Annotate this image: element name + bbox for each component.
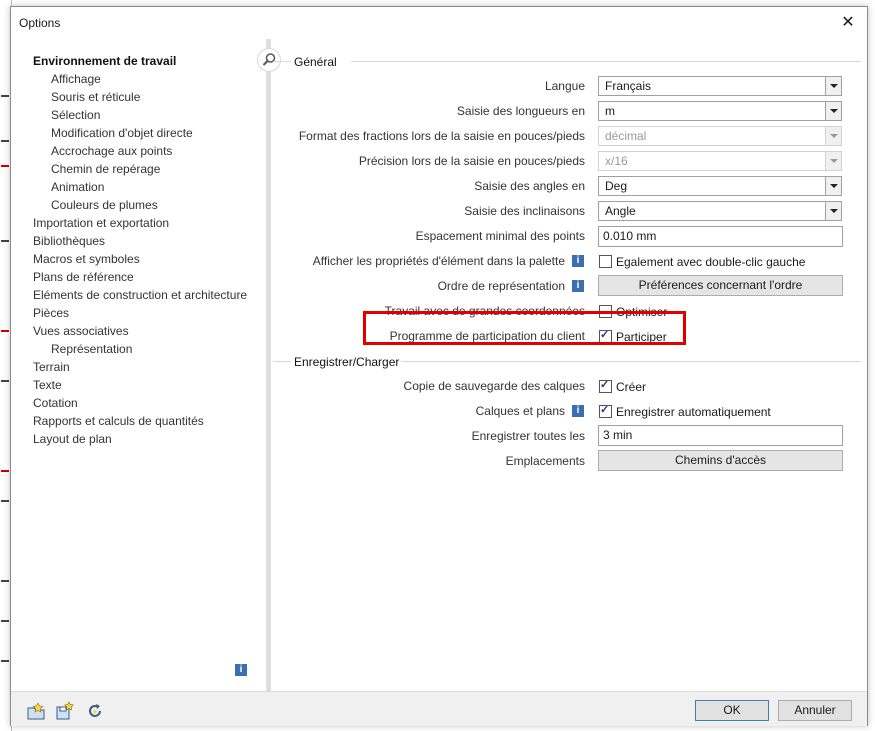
inclinaisons-dropdown[interactable]: Angle xyxy=(598,201,842,221)
options-dialog: Options ✕ Environnement de travail Affic… xyxy=(10,6,868,726)
toutes-les-label: Enregistrer toutes les xyxy=(471,429,585,443)
window-title: Options xyxy=(19,16,61,30)
reset-icon[interactable] xyxy=(85,701,105,721)
nav-item-elements[interactable]: Eléments de construction et architecture xyxy=(33,286,247,304)
section-divider xyxy=(401,361,861,362)
longueurs-value: m xyxy=(605,104,615,118)
dialog-footer: OK Annuler xyxy=(11,691,867,726)
nav-item-vues[interactable]: Vues associatives xyxy=(33,322,129,340)
favorites-save-icon[interactable] xyxy=(55,701,75,721)
chevron-down-icon[interactable] xyxy=(825,177,841,195)
calques-checkbox-label: Enregistrer automatiquement xyxy=(616,405,771,419)
magnifier-icon[interactable] xyxy=(257,48,281,72)
section-save-title: Enregistrer/Charger xyxy=(294,355,400,369)
nav-item-couleurs[interactable]: Couleurs de plumes xyxy=(51,196,158,214)
copie-checkbox[interactable] xyxy=(599,378,612,393)
proprietes-checkbox[interactable] xyxy=(599,255,612,268)
langue-label: Langue xyxy=(544,79,585,93)
copie-label: Copie de sauvegarde des calques xyxy=(403,379,585,393)
section-divider xyxy=(273,61,291,62)
ordre-preferences-button[interactable]: Préférences concernant l'ordre xyxy=(598,275,843,296)
angles-label: Saisie des angles en xyxy=(474,179,585,193)
nav-item-plans-reference[interactable]: Plans de référence xyxy=(33,268,134,286)
nav-item-chemin[interactable]: Chemin de repérage xyxy=(51,160,160,178)
nav-item-modification[interactable]: Modification d'objet directe xyxy=(51,124,193,142)
precision-label: Précision lors de la saisie en pouces/pi… xyxy=(358,154,585,168)
title-bar: Options ✕ xyxy=(11,7,867,39)
inclinaisons-value: Angle xyxy=(605,204,636,218)
calques-label: Calques et plans xyxy=(475,404,565,418)
section-general-title: Général xyxy=(294,55,337,69)
nav-item-souris[interactable]: Souris et réticule xyxy=(51,88,140,106)
angles-dropdown[interactable]: Deg xyxy=(598,176,842,196)
chemins-acces-button[interactable]: Chemins d'accès xyxy=(598,450,843,471)
cancel-button[interactable]: Annuler xyxy=(778,700,852,721)
info-icon[interactable]: i xyxy=(572,255,584,267)
nav-item-animation[interactable]: Animation xyxy=(51,178,104,196)
nav-item-environnement[interactable]: Environnement de travail xyxy=(33,52,176,70)
chevron-down-icon[interactable] xyxy=(825,102,841,120)
chevron-down-icon xyxy=(825,127,841,145)
nav-item-cotation[interactable]: Cotation xyxy=(33,394,78,412)
nav-item-texte[interactable]: Texte xyxy=(33,376,62,394)
fractions-label: Format des fractions lors de la saisie e… xyxy=(298,129,585,143)
favorites-open-icon[interactable] xyxy=(26,701,46,721)
fractions-value: décimal xyxy=(605,129,647,143)
langue-dropdown[interactable]: Français xyxy=(598,76,842,96)
close-icon[interactable]: ✕ xyxy=(837,12,859,34)
nav-item-affichage[interactable]: Affichage xyxy=(51,70,101,88)
espacement-label: Espacement minimal des points xyxy=(415,229,585,243)
calques-checkbox[interactable] xyxy=(599,403,612,418)
nav-item-selection[interactable]: Sélection xyxy=(51,106,100,124)
precision-value: x/16 xyxy=(605,154,628,168)
copie-checkbox-label: Créer xyxy=(616,380,647,394)
nav-item-macros[interactable]: Macros et symboles xyxy=(33,250,140,268)
category-tree: Environnement de travail Affichage Souri… xyxy=(24,47,266,690)
emplacements-label: Emplacements xyxy=(505,454,585,468)
nav-item-representation[interactable]: Représentation xyxy=(51,340,132,358)
proprietes-checkbox-label: Egalement avec double-clic gauche xyxy=(616,255,806,269)
nav-item-accrochage[interactable]: Accrochage aux points xyxy=(51,142,172,160)
langue-value: Français xyxy=(605,79,652,93)
section-divider xyxy=(273,361,291,362)
longueurs-label: Saisie des longueurs en xyxy=(456,104,585,118)
ordre-label: Ordre de représentation xyxy=(437,279,565,293)
highlight-box xyxy=(363,311,686,345)
longueurs-dropdown[interactable]: m xyxy=(598,101,842,121)
nav-item-importation[interactable]: Importation et exportation xyxy=(33,214,169,232)
precision-dropdown: x/16 xyxy=(598,151,842,171)
nav-item-bibliotheques[interactable]: Bibliothèques xyxy=(33,232,105,250)
panel-splitter[interactable] xyxy=(266,39,271,692)
fractions-dropdown: décimal xyxy=(598,126,842,146)
ok-button[interactable]: OK xyxy=(695,700,769,721)
espacement-input[interactable]: 0.010 mm xyxy=(598,226,843,247)
section-divider xyxy=(351,61,861,62)
chevron-down-icon[interactable] xyxy=(825,77,841,95)
inclinaisons-label: Saisie des inclinaisons xyxy=(464,204,585,218)
chevron-down-icon xyxy=(825,152,841,170)
nav-item-pieces[interactable]: Pièces xyxy=(33,304,69,322)
chevron-down-icon[interactable] xyxy=(825,202,841,220)
info-icon[interactable]: i xyxy=(572,405,584,417)
proprietes-label: Afficher les propriétés d'élément dans l… xyxy=(312,254,565,268)
autosave-interval-input[interactable]: 3 min xyxy=(598,425,843,446)
info-icon[interactable]: i xyxy=(235,664,247,676)
nav-item-rapports[interactable]: Rapports et calculs de quantités xyxy=(33,412,204,430)
angles-value: Deg xyxy=(605,179,628,193)
info-icon[interactable]: i xyxy=(572,280,584,292)
nav-item-layout[interactable]: Layout de plan xyxy=(33,430,112,448)
nav-item-terrain[interactable]: Terrain xyxy=(33,358,70,376)
